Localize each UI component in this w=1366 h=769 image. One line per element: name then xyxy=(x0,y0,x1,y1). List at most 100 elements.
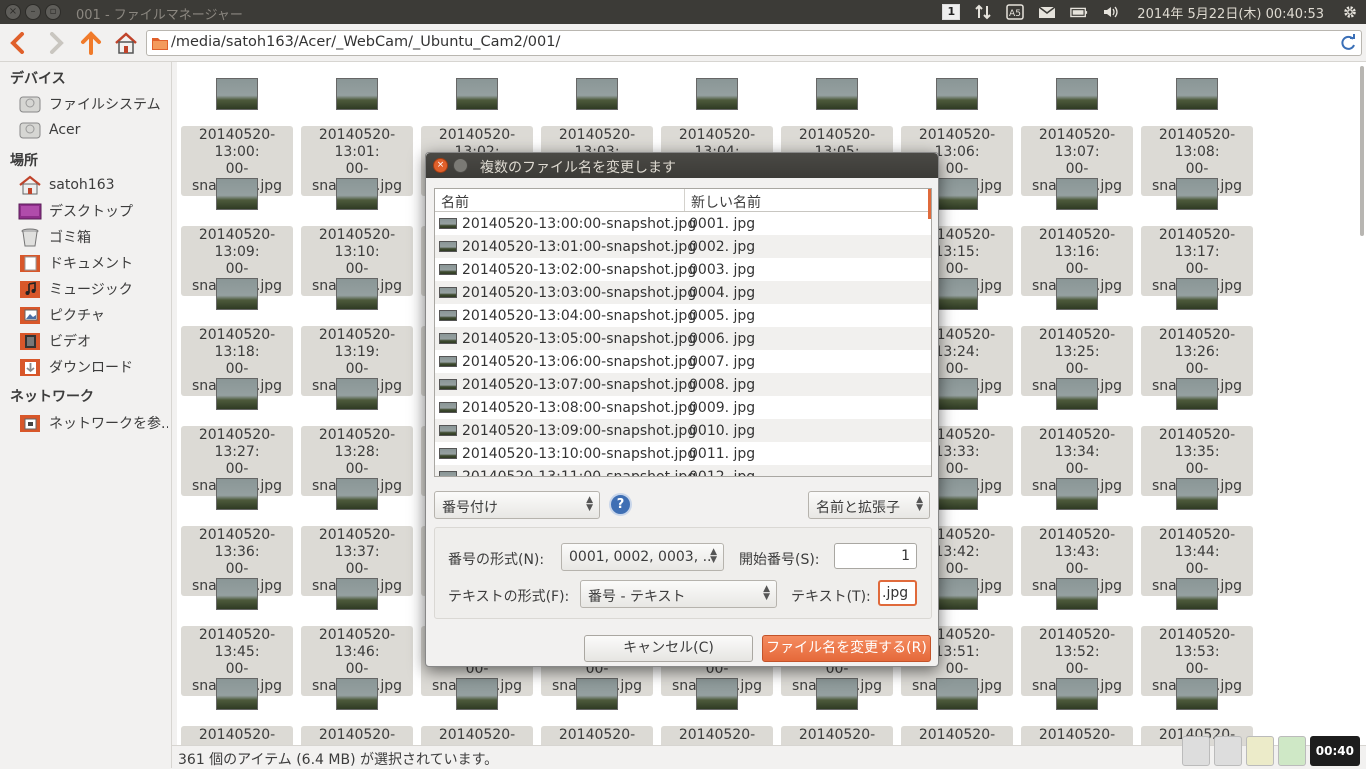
image-thumbnail xyxy=(336,78,378,110)
home-button[interactable] xyxy=(112,29,140,57)
list-row[interactable]: 20140520-13:03:00-snapshot.jpg 0004. jpg xyxy=(435,281,931,304)
battery-indicator[interactable] xyxy=(1063,0,1095,24)
sidebar-item-home[interactable]: satoh163 xyxy=(18,174,168,196)
folder-icon xyxy=(152,38,168,50)
spin-arrows-icon: ▲ ▼ xyxy=(710,547,717,565)
file-item[interactable]: 20140520-13:54:00-snapshot.jpg xyxy=(181,678,293,745)
location-path[interactable]: /media/satoh163/Acer/_WebCam/_Ubuntu_Cam… xyxy=(171,34,560,50)
sidebar-item-browse-network[interactable]: ネットワークを参... xyxy=(18,412,168,434)
messaging-indicator[interactable] xyxy=(1031,0,1063,24)
dialog-title: 複数のファイル名を変更します xyxy=(480,160,676,176)
image-thumbnail xyxy=(936,278,978,310)
text-label: テキスト(T): xyxy=(791,589,871,605)
workspace-applet-icon[interactable] xyxy=(1213,735,1242,766)
tray-clock[interactable]: 00:40 xyxy=(1309,735,1360,766)
dialog-close-button[interactable]: × xyxy=(433,158,448,173)
up-button[interactable] xyxy=(77,29,105,57)
sidebar-item-pictures[interactable]: ピクチャ xyxy=(18,304,168,326)
sidebar-item-filesystem[interactable]: ファイルシステム xyxy=(18,93,168,115)
image-thumbnail xyxy=(1056,578,1098,610)
image-thumbnail-icon xyxy=(439,356,457,367)
dialog-titlebar[interactable]: × 複数のファイル名を変更します xyxy=(426,153,938,178)
clock[interactable]: 2014年 5月22日(木) 00:40:53 xyxy=(1127,3,1334,22)
reload-icon[interactable] xyxy=(1339,34,1357,52)
net-monitor-icon[interactable] xyxy=(1277,735,1306,766)
list-row[interactable]: 20140520-13:07:00-snapshot.jpg 0008. jpg xyxy=(435,373,931,396)
cpu-monitor-icon[interactable] xyxy=(1245,735,1274,766)
file-name-line1: 20140520-13:07: xyxy=(1038,127,1116,160)
forward-button[interactable] xyxy=(42,29,70,57)
file-item[interactable]: 20140520-13:56:00-snapshot.jpg xyxy=(421,678,533,745)
sound-indicator[interactable] xyxy=(1095,0,1127,24)
list-row[interactable]: 20140520-13:05:00-snapshot.jpg 0006. jpg xyxy=(435,327,931,350)
list-row[interactable]: 20140520-13:04:00-snapshot.jpg 0005. jpg xyxy=(435,304,931,327)
file-item[interactable]: 20140520-13:55:00-snapshot.jpg xyxy=(301,678,413,745)
dialog-minimize-button[interactable] xyxy=(453,158,468,173)
column-header-name[interactable]: 名前 xyxy=(435,189,685,211)
sidebar-item-label: ドキュメント xyxy=(49,256,133,272)
sidebar-item-desktop[interactable]: デスクトップ xyxy=(18,200,168,222)
list-row[interactable]: 20140520-13:11:00-snapshot.jpg 0012. jpg xyxy=(435,465,931,476)
image-thumbnail xyxy=(1176,478,1218,510)
back-button[interactable] xyxy=(4,29,32,57)
speaker-icon xyxy=(1104,6,1118,18)
help-button[interactable]: ? xyxy=(609,493,632,516)
battery-icon xyxy=(1070,7,1088,18)
rename-target-combo[interactable]: 名前と拡張子 ▲ ▼ xyxy=(808,491,930,519)
network-indicator[interactable] xyxy=(967,0,999,24)
sidebar-item-downloads[interactable]: ダウンロード xyxy=(18,356,168,378)
close-window-button[interactable]: × xyxy=(5,4,21,20)
image-thumbnail-icon xyxy=(439,379,457,390)
window-title: 001 - ファイルマネージャー xyxy=(76,8,243,23)
file-item[interactable]: 20140520-13:58:00-snapshot.jpg xyxy=(661,678,773,745)
rename-mode-combo[interactable]: 番号付け ▲ ▼ xyxy=(434,491,600,519)
start-number-input[interactable]: 1 xyxy=(834,543,917,569)
list-row[interactable]: 20140520-13:06:00-snapshot.jpg 0007. jpg xyxy=(435,350,931,373)
image-thumbnail-icon xyxy=(439,264,457,275)
original-name-cell: 20140520-13:11:00-snapshot.jpg xyxy=(435,469,696,476)
list-row[interactable]: 20140520-13:08:00-snapshot.jpg 0009. jpg xyxy=(435,396,931,419)
location-bar[interactable]: /media/satoh163/Acer/_WebCam/_Ubuntu_Cam… xyxy=(146,30,1362,56)
session-indicator[interactable] xyxy=(1334,0,1366,24)
sidebar-item-documents[interactable]: ドキュメント xyxy=(18,252,168,274)
file-item[interactable]: 20140520-13:57:00-snapshot.jpg xyxy=(541,678,653,745)
cancel-button[interactable]: キャンセル(C) xyxy=(584,635,753,662)
file-item[interactable]: 20140520-14:00:00-snapshot.jpg xyxy=(901,678,1013,745)
list-row[interactable]: 20140520-13:09:00-snapshot.jpg 0010. jpg xyxy=(435,419,931,442)
minimize-window-button[interactable]: – xyxy=(25,4,41,20)
image-thumbnail xyxy=(216,278,258,310)
input-method-indicator[interactable]: A5 xyxy=(999,0,1031,24)
list-row[interactable]: 20140520-13:02:00-snapshot.jpg 0003. jpg xyxy=(435,258,931,281)
file-item[interactable]: 20140520-14:01:00-snapshot.jpg xyxy=(1021,678,1133,745)
keyboard-layout-indicator[interactable]: 1 xyxy=(935,0,967,24)
up-arrow-icon xyxy=(81,31,101,55)
list-row[interactable]: 20140520-13:01:00-snapshot.jpg 0002. jpg xyxy=(435,235,931,258)
top-panel: × – ▫ 001 - ファイルマネージャー 1 A5 2014年 5月22日(… xyxy=(0,0,1366,24)
column-header-new-name[interactable]: 新しい名前 xyxy=(685,189,767,211)
spin-arrows-icon: ▲ ▼ xyxy=(586,495,593,513)
sidebar-item-label: ネットワークを参... xyxy=(49,416,168,432)
sidebar-item-acer[interactable]: Acer xyxy=(18,119,168,141)
rename-button[interactable]: ファイル名を変更する(R) xyxy=(762,635,931,662)
new-name-cell: 0009. jpg xyxy=(689,399,756,416)
volume-applet-icon[interactable] xyxy=(1181,735,1210,766)
list-scrollbar[interactable] xyxy=(928,189,931,219)
rename-preview-list[interactable]: 名前 新しい名前 20140520-13:00:00-snapshot.jpg 0… xyxy=(434,188,932,477)
text-format-combo[interactable]: 番号 - テキスト ▲ ▼ xyxy=(580,580,777,608)
sidebar-item-videos[interactable]: ビデオ xyxy=(18,330,168,352)
image-thumbnail xyxy=(216,78,258,110)
text-input[interactable]: .jpg xyxy=(878,580,917,606)
sidebar-item-music[interactable]: ミュージック xyxy=(18,278,168,300)
image-thumbnail-icon xyxy=(439,310,457,321)
file-name: 20140520-13:57:00-snapshot.jpg xyxy=(541,726,653,745)
maximize-window-button[interactable]: ▫ xyxy=(45,4,61,20)
rename-target-value: 名前と拡張子 xyxy=(816,500,900,516)
list-row[interactable]: 20140520-13:00:00-snapshot.jpg 0001. jpg xyxy=(435,212,931,235)
new-name-cell: 0005. jpg xyxy=(689,307,756,324)
sidebar-item-trash[interactable]: ゴミ箱 xyxy=(18,226,168,248)
vertical-scrollbar[interactable] xyxy=(1360,66,1364,236)
number-format-combo[interactable]: 0001, 0002, 0003, ... ▲ ▼ xyxy=(561,543,724,571)
file-item[interactable]: 20140520-13:59:00-snapshot.jpg xyxy=(781,678,893,745)
desktop-icon xyxy=(18,203,42,220)
list-row[interactable]: 20140520-13:10:00-snapshot.jpg 0011. jpg xyxy=(435,442,931,465)
